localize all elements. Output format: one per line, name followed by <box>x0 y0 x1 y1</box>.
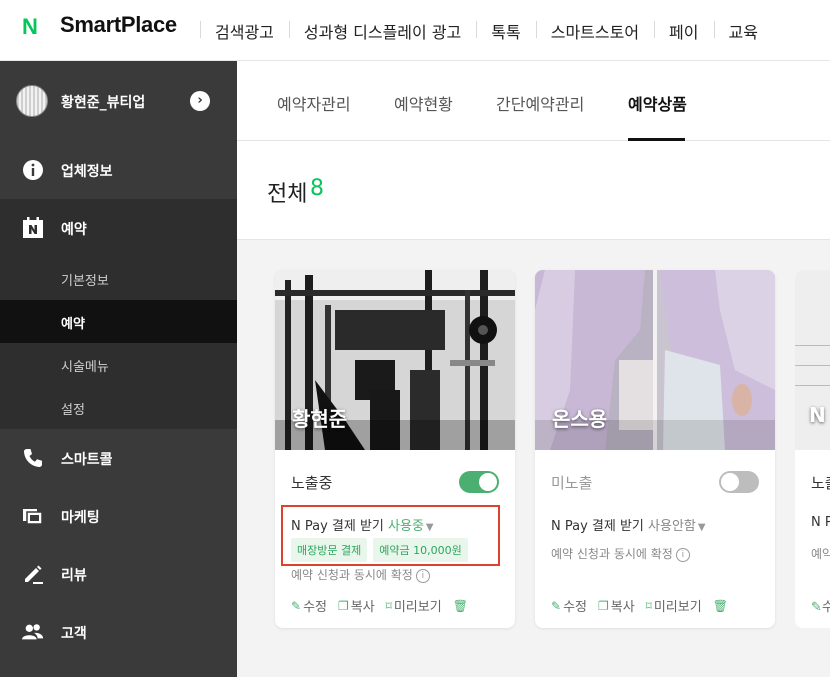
sidebar-item-booking[interactable]: 예약 <box>0 199 237 257</box>
product-title: 온스용 <box>552 407 608 431</box>
pencil-icon <box>22 563 44 585</box>
npay-label: N Pay 결제 받기 <box>551 519 644 534</box>
copy-icon: ❐ <box>597 598 609 613</box>
visibility-status: 노출중 <box>291 474 333 492</box>
highlight-annotation <box>281 505 500 566</box>
copy-button[interactable]: ❐ 복사 <box>597 596 635 616</box>
tab-booking-products[interactable]: 예약상품 <box>628 91 687 115</box>
submenu-settings[interactable]: 설정 <box>0 386 237 429</box>
top-nav-search-ads[interactable]: 검색광고 <box>200 19 289 43</box>
smartplace-logo[interactable]: SmartPlace <box>60 12 177 38</box>
submenu-treatment-menu[interactable]: 시술메뉴 <box>0 343 237 386</box>
confirm-policy: 예약 <box>811 547 830 561</box>
preview-button[interactable]: ⌑ 미리보기 <box>645 596 702 616</box>
visibility-toggle[interactable] <box>719 471 759 493</box>
edit-button[interactable]: ✎ 수정 <box>291 596 327 616</box>
phone-icon <box>22 447 44 469</box>
visibility-status: 미노출 <box>551 474 593 492</box>
npay-setting[interactable]: N Pay 결제 받기 사용안함 ▼ <box>551 515 706 534</box>
sidebar-item-label: 업체정보 <box>61 164 113 180</box>
product-card[interactable]: 황현준 노출중 N Pay 결제 받기 사용중 ▼ 매장방문 결제 예약금 10,… <box>275 270 515 628</box>
visibility-toggle[interactable] <box>459 471 499 493</box>
sidebar-item-customers[interactable]: 고객 <box>0 603 237 661</box>
info-icon <box>22 159 44 181</box>
product-photo: 황현준 <box>275 270 515 450</box>
product-card[interactable]: N 노출 N P 예약 ✎수 <box>795 270 830 628</box>
edit-button[interactable]: ✎수 <box>811 596 830 615</box>
bookmark-icon: ⌑ <box>385 598 392 613</box>
confirm-policy: 예약 신청과 동시에 확정 i <box>291 566 430 583</box>
top-nav-smartstore[interactable]: 스마트스토어 <box>535 19 654 43</box>
top-nav-pay[interactable]: 페이 <box>654 19 713 43</box>
booking-tabs: 예약자관리 예약현황 간단예약관리 예약상품 <box>237 61 830 141</box>
pencil-icon: ✎ <box>551 598 562 613</box>
card-actions: ✎ 수정 ❐ 복사 ⌑ 미리보기 🗑 <box>551 596 728 616</box>
sidebar-item-label: 예약 <box>61 222 87 238</box>
info-icon[interactable]: i <box>675 547 690 562</box>
bookmark-icon: ⌑ <box>645 598 652 613</box>
customers-icon <box>22 621 44 643</box>
marketing-icon <box>22 505 44 527</box>
sidebar-item-label: 스마트콜 <box>61 452 113 468</box>
avatar <box>16 85 48 117</box>
chevron-right-icon[interactable]: › <box>190 91 210 111</box>
card-actions: ✎ 수정 ❐ 복사 ⌑ 미리보기 🗑 <box>291 596 468 616</box>
confirm-policy: 예약 신청과 동시에 확정 i <box>551 545 690 562</box>
naver-booking-icon <box>22 217 44 239</box>
top-nav-education[interactable]: 교육 <box>713 19 773 43</box>
top-bar: N SmartPlace 검색광고 성과형 디스플레이 광고 톡톡 스마트스토어… <box>0 0 830 61</box>
npay-state: 사용안함 <box>648 519 696 534</box>
pencil-icon: ✎ <box>811 600 822 615</box>
product-card[interactable]: 온스용 미노출 N Pay 결제 받기 사용안함 ▼ 예약 신청과 동시에 확정 i… <box>535 270 775 628</box>
main-content: 예약자관리 예약현황 간단예약관리 예약상품 전체 8 황현준 노출중 N Pa… <box>237 61 830 677</box>
edit-button[interactable]: ✎ 수정 <box>551 596 587 616</box>
chevron-down-icon[interactable]: ▼ <box>698 522 706 533</box>
sidebar-item-label: 고객 <box>61 626 87 642</box>
user-profile[interactable]: 황현준_뷰티업 › <box>0 61 237 141</box>
summary-header: 전체 8 <box>237 141 830 240</box>
trash-icon[interactable]: 🗑 <box>453 599 468 613</box>
preview-button[interactable]: ⌑ 미리보기 <box>385 596 442 616</box>
visibility-status: 노출 <box>811 474 830 492</box>
npay-label: N P <box>811 515 830 530</box>
sidebar-item-label: 마케팅 <box>61 510 100 526</box>
naver-logo-icon[interactable]: N <box>22 16 42 38</box>
tab-booker-management[interactable]: 예약자관리 <box>277 91 351 115</box>
sidebar-item-smartcall[interactable]: 스마트콜 <box>0 429 237 487</box>
top-nav-talktalk[interactable]: 톡톡 <box>476 19 535 43</box>
summary-count: 8 <box>310 176 324 201</box>
product-photo: N <box>795 270 830 450</box>
sidebar-item-marketing[interactable]: 마케팅 <box>0 487 237 545</box>
sidebar-item-label: 리뷰 <box>61 568 87 584</box>
booking-submenu: 기본정보 예약 시술메뉴 설정 <box>0 257 237 429</box>
copy-icon: ❐ <box>337 598 349 613</box>
sidebar: 황현준_뷰티업 › 업체정보 예약 기본정보 예약 시술메뉴 설정 스마트콜 마… <box>0 61 237 677</box>
product-photo: 온스용 <box>535 270 775 450</box>
top-nav-display-ads[interactable]: 성과형 디스플레이 광고 <box>288 19 476 43</box>
pencil-icon: ✎ <box>291 598 302 613</box>
submenu-booking[interactable]: 예약 <box>0 300 237 343</box>
user-name: 황현준_뷰티업 <box>61 95 146 111</box>
product-title: N <box>809 403 826 427</box>
info-icon[interactable]: i <box>415 568 430 583</box>
trash-icon[interactable]: 🗑 <box>713 599 728 613</box>
copy-button[interactable]: ❐ 복사 <box>337 596 375 616</box>
sidebar-item-review[interactable]: 리뷰 <box>0 545 237 603</box>
tab-booking-status[interactable]: 예약현황 <box>394 91 453 115</box>
submenu-basic-info[interactable]: 기본정보 <box>0 257 237 300</box>
product-title: 황현준 <box>292 407 348 431</box>
summary-label: 전체 <box>267 182 308 207</box>
tab-simple-booking[interactable]: 간단예약관리 <box>496 91 584 115</box>
sidebar-item-business-info[interactable]: 업체정보 <box>0 141 237 199</box>
top-nav: 검색광고 성과형 디스플레이 광고 톡톡 스마트스토어 페이 교육 <box>200 0 773 61</box>
